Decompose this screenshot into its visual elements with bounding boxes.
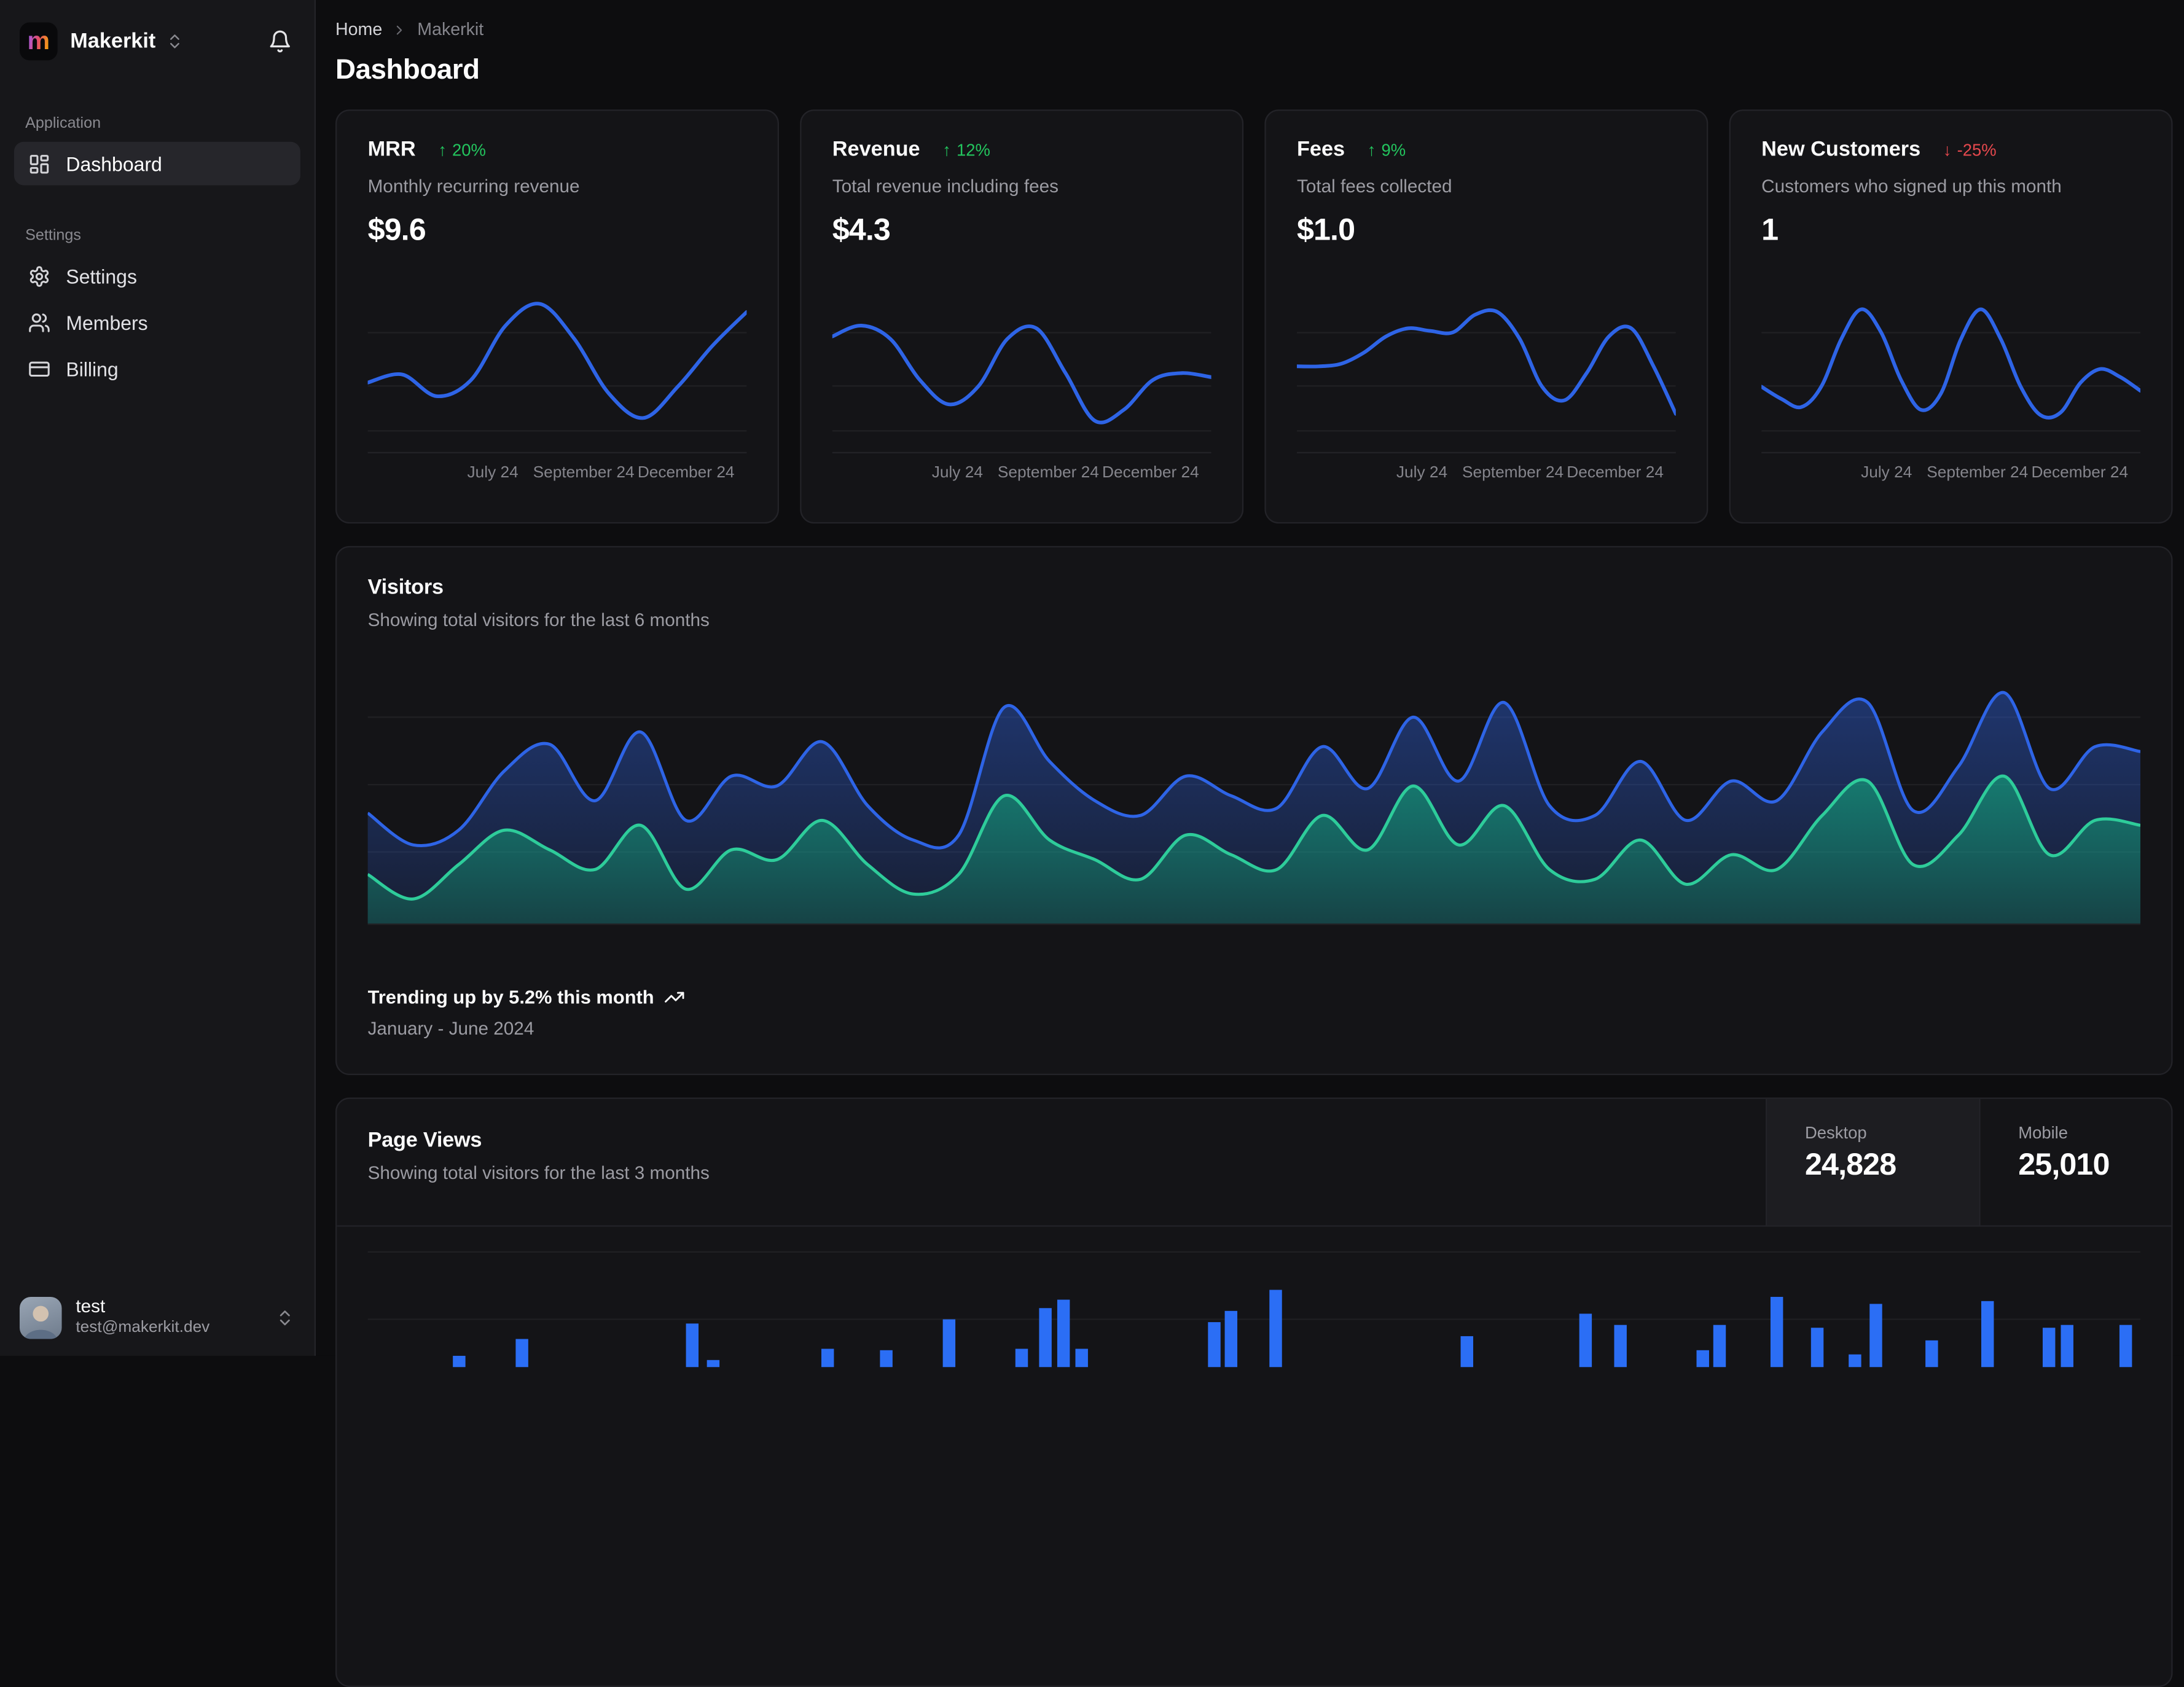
sidebar-item-label: Dashboard	[66, 152, 162, 175]
user-name: test	[76, 1296, 106, 1318]
desktop-label: Desktop	[1804, 1122, 1867, 1143]
page-views-title: Page Views	[367, 1128, 482, 1153]
desktop-value: 24,828	[1804, 1146, 1896, 1182]
sparkline-x-axis: July 24 September 24 December 24	[1396, 464, 1664, 482]
chevrons-up-down-icon	[165, 31, 184, 50]
stat-subtitle: Total fees collected	[1296, 175, 1452, 197]
mrr-sparkline-chart	[367, 282, 747, 453]
breadcrumb-home-link[interactable]: Home	[335, 20, 382, 39]
stat-title: Revenue	[832, 137, 920, 162]
nav-group-application: Application	[25, 115, 101, 132]
visitors-date-range: January - June 2024	[367, 1017, 534, 1039]
trending-up-icon	[664, 987, 685, 1008]
mobile-value: 25,010	[2018, 1146, 2110, 1182]
sidebar-item-billing[interactable]: Billing	[14, 346, 300, 390]
arrow-down-icon: ↓	[1943, 139, 1952, 160]
stat-delta-up: ↑ 9%	[1367, 139, 1406, 160]
sidebar-item-members[interactable]: Members	[14, 300, 300, 344]
makerkit-logo: m	[19, 22, 58, 60]
stat-card-mrr: MRR ↑ 20% Monthly recurring revenue $9.6 …	[335, 109, 779, 524]
stat-subtitle: Customers who signed up this month	[1761, 175, 2062, 197]
stat-title: New Customers	[1761, 137, 1921, 162]
users-icon	[28, 311, 51, 334]
page-views-bar-chart	[367, 1227, 2141, 1368]
stat-card-new-customers: New Customers ↓ -25% Customers who signed…	[1729, 109, 2173, 524]
visitors-card: Visitors Showing total visitors for the …	[335, 546, 2173, 1076]
mobile-label: Mobile	[2018, 1122, 2069, 1143]
user-info: test test@makerkit.dev	[76, 1296, 261, 1339]
stat-subtitle: Total revenue including fees	[832, 175, 1059, 197]
sidebar: m Makerkit Application Dashboard Setting…	[0, 0, 316, 1356]
sidebar-item-settings[interactable]: Settings	[14, 254, 300, 298]
stat-value: $9.6	[367, 211, 426, 248]
toggle-desktop[interactable]: Desktop 24,828	[1766, 1098, 1979, 1226]
page-views-subtitle: Showing total visitors for the last 3 mo…	[367, 1162, 710, 1183]
sidebar-item-dashboard[interactable]: Dashboard	[14, 141, 300, 186]
breadcrumb: Home Makerkit	[335, 20, 2173, 39]
sidebar-item-label: Billing	[66, 357, 119, 380]
layout-dashboard-icon	[28, 152, 51, 175]
gear-icon	[28, 265, 51, 288]
stat-delta-up: ↑ 20%	[438, 139, 486, 160]
stat-title: Fees	[1296, 137, 1345, 162]
page-views-titles: Page Views Showing total visitors for th…	[337, 1099, 1766, 1226]
sidebar-item-label: Members	[66, 311, 148, 334]
new-customers-sparkline-chart	[1761, 282, 2141, 453]
arrow-up-icon: ↑	[942, 139, 951, 160]
stat-card-fees: Fees ↑ 9% Total fees collected $1.0 July …	[1264, 109, 1708, 524]
stat-cards-row: MRR ↑ 20% Monthly recurring revenue $9.6 …	[335, 109, 2173, 524]
stat-delta-down: ↓ -25%	[1943, 139, 1997, 160]
stat-value: $1.0	[1296, 211, 1355, 248]
notifications-button[interactable]	[265, 26, 295, 55]
stat-delta-up: ↑ 12%	[942, 139, 990, 160]
sparkline-x-axis: July 24 September 24 December 24	[931, 464, 1199, 482]
visitors-footer: Trending up by 5.2% this month	[368, 987, 2140, 1008]
bell-icon	[270, 29, 290, 52]
stat-title: MRR	[367, 137, 416, 162]
user-menu[interactable]: test test@makerkit.dev	[14, 1293, 300, 1342]
breadcrumb-current: Makerkit	[417, 19, 484, 39]
revenue-sparkline-chart	[832, 282, 1211, 453]
stat-value: 1	[1761, 211, 1779, 248]
app-window: m Makerkit Application Dashboard Setting…	[0, 0, 2184, 1687]
page-views-card: Page Views Showing total visitors for th…	[335, 1097, 2173, 1687]
chevron-right-icon	[392, 22, 407, 37]
sidebar-item-label: Settings	[66, 264, 137, 288]
arrow-up-icon: ↑	[1367, 139, 1376, 160]
arrow-up-icon: ↑	[438, 139, 447, 160]
workspace-switcher[interactable]: m Makerkit	[14, 14, 300, 68]
chevrons-up-down-icon	[275, 1308, 295, 1328]
stat-subtitle: Monthly recurring revenue	[367, 175, 580, 197]
fees-sparkline-chart	[1296, 282, 1676, 453]
user-avatar	[19, 1296, 62, 1339]
trend-text: Trending up by 5.2% this month	[367, 987, 654, 1008]
toggle-mobile[interactable]: Mobile 25,010	[1979, 1098, 2171, 1226]
page-title: Dashboard	[335, 55, 480, 86]
sparkline-x-axis: July 24 September 24 December 24	[467, 464, 735, 482]
stat-value: $4.3	[832, 211, 891, 248]
visitors-subtitle: Showing total visitors for the last 6 mo…	[367, 609, 710, 630]
visitors-title: Visitors	[367, 575, 444, 600]
main-content: Home Makerkit Dashboard MRR ↑ 20% Monthly…	[316, 0, 2184, 1687]
nav-group-settings: Settings	[25, 227, 81, 245]
sparkline-x-axis: July 24 September 24 December 24	[1861, 464, 2129, 482]
user-email: test@makerkit.dev	[76, 1319, 210, 1337]
visitors-area-chart	[367, 648, 2141, 925]
stat-card-revenue: Revenue ↑ 12% Total revenue including fee…	[800, 109, 1244, 524]
logo-letter: m	[27, 26, 50, 55]
credit-card-icon	[28, 357, 51, 380]
workspace-name: Makerkit	[70, 28, 156, 53]
page-views-header: Page Views Showing total visitors for th…	[337, 1098, 2172, 1227]
